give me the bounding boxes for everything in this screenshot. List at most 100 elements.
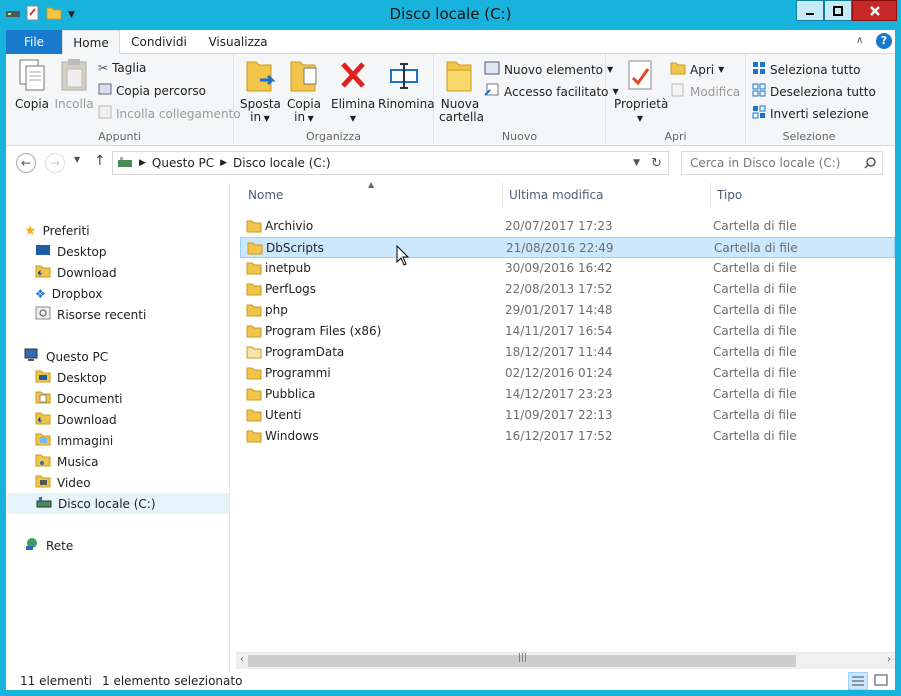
copy-path-button[interactable]: Copia percorso xyxy=(98,83,206,98)
address-history-chevron-icon[interactable]: ▼ xyxy=(633,158,640,168)
address-bar[interactable]: ▶ Questo PC ▶ Disco locale (C:) ▼ ↻ xyxy=(112,151,669,175)
open-group: Proprietà ▼ Apri ▼ Modifica Apri xyxy=(606,54,746,146)
close-button[interactable] xyxy=(852,0,897,21)
nav-pc-desktop[interactable]: Desktop xyxy=(35,367,257,388)
nav-pc-video[interactable]: Video xyxy=(35,472,257,493)
table-row[interactable]: Program Files (x86) 14/11/2017 16:54 Carte… xyxy=(240,321,895,342)
nav-network[interactable]: Rete xyxy=(24,535,246,556)
nav-pc-music[interactable]: Musica xyxy=(35,451,257,472)
nav-fav-download-label: Download xyxy=(57,265,117,280)
chevron-up-icon[interactable]: ∧ xyxy=(856,35,863,46)
mouse-cursor-icon xyxy=(396,245,410,266)
invert-selection-button[interactable]: Inverti selezione xyxy=(752,105,869,122)
table-row[interactable]: Windows 16/12/2017 17:52 Cartella di file xyxy=(240,426,895,447)
file-type: Cartella di file xyxy=(713,429,797,443)
edit-button[interactable]: Modifica xyxy=(670,83,740,100)
table-row[interactable]: DbScripts 21/08/2016 22:49 Cartella di fil… xyxy=(240,237,895,258)
breadcrumb-questo-pc[interactable]: Questo PC xyxy=(152,156,214,170)
up-arrow-icon[interactable]: ↑ xyxy=(94,153,106,169)
nav-favorites[interactable]: ★ Preferiti xyxy=(24,220,246,241)
file-type: Cartella di file xyxy=(713,219,797,233)
cut-button[interactable]: ✂ Taglia xyxy=(98,61,146,75)
nav-pc-download[interactable]: Download xyxy=(35,409,257,430)
tab-home[interactable]: Home xyxy=(62,30,120,55)
table-row[interactable]: Archivio 20/07/2017 17:23 Cartella di file xyxy=(240,216,895,237)
refresh-icon[interactable]: ↻ xyxy=(651,156,662,171)
nav-fav-desktop-label: Desktop xyxy=(57,244,107,259)
clipboard-group: Copia Incolla ✂ Taglia Copia percorso Inc… xyxy=(6,54,241,146)
select-none-label: Deseleziona tutto xyxy=(770,84,876,99)
file-date: 30/09/2016 16:42 xyxy=(505,261,613,275)
table-row[interactable]: Pubblica 14/12/2017 23:23 Cartella di file xyxy=(240,384,895,405)
recent-locations-chevron-icon[interactable]: ▼ xyxy=(74,155,80,164)
copy-to-button[interactable]: Copia in ▼ xyxy=(284,58,324,125)
select-all-icon xyxy=(752,61,766,78)
table-row[interactable]: inetpub 30/09/2016 16:42 Cartella di file xyxy=(240,258,895,279)
paste-shortcut-button[interactable]: Incolla collegamento xyxy=(98,105,241,122)
nav-favorites-label: Preferiti xyxy=(42,223,90,238)
tab-file[interactable]: File xyxy=(6,30,62,54)
new-item-button[interactable]: Nuovo elemento ▼ xyxy=(484,61,613,78)
search-placeholder: Cerca in Disco locale (C:) xyxy=(690,156,841,170)
organize-group-label: Organizza xyxy=(305,130,362,143)
nav-this-pc[interactable]: Questo PC xyxy=(24,346,246,367)
table-row[interactable]: ProgramData 18/12/2017 11:44 Cartella di f… xyxy=(240,342,895,363)
forward-arrow-icon[interactable]: → xyxy=(45,153,65,173)
column-header-type[interactable]: Tipo xyxy=(711,183,895,208)
file-type: Cartella di file xyxy=(713,261,797,275)
select-all-button[interactable]: Seleziona tutto xyxy=(752,61,861,78)
file-type: Cartella di file xyxy=(714,241,798,255)
nav-pc-local-disk-label: Disco locale (C:) xyxy=(58,496,156,511)
tab-view[interactable]: Visualizza xyxy=(202,30,274,54)
large-icons-view-button[interactable] xyxy=(872,672,892,690)
table-row[interactable]: PerfLogs 22/08/2013 17:52 Cartella di file xyxy=(240,279,895,300)
nav-network-label: Rete xyxy=(46,538,74,553)
minimize-button[interactable] xyxy=(796,0,824,21)
nav-this-pc-label: Questo PC xyxy=(46,349,109,364)
horizontal-scrollbar[interactable]: ‹ ||| › xyxy=(236,652,895,669)
table-row[interactable]: Utenti 11/09/2017 22:13 Cartella di file xyxy=(240,405,895,426)
nav-fav-recent[interactable]: Risorse recenti xyxy=(35,304,257,325)
easy-access-button[interactable]: Accesso facilitato ▼ xyxy=(484,83,619,100)
new-folder-button[interactable]: Nuova cartella xyxy=(439,58,484,124)
paste-button[interactable]: Incolla xyxy=(53,58,95,111)
nav-pc-documents[interactable]: Documenti xyxy=(35,388,257,409)
properties-button[interactable]: Proprietà ▼ xyxy=(614,58,668,125)
rename-icon xyxy=(390,63,418,89)
column-header-name[interactable]: Nome xyxy=(242,183,503,208)
copy-path-icon xyxy=(98,83,112,98)
scrollbar-thumb[interactable]: ||| xyxy=(248,653,796,667)
delete-button[interactable]: Elimina ▼ xyxy=(331,58,375,125)
table-row[interactable]: Programmi 02/12/2016 01:24 Cartella di fil… xyxy=(240,363,895,384)
rename-button[interactable]: Rinomina xyxy=(378,58,435,111)
scroll-left-icon[interactable]: ‹ xyxy=(240,654,244,665)
chevron-right-icon[interactable]: ▶ xyxy=(220,158,227,168)
search-icon[interactable] xyxy=(864,152,876,176)
chevron-right-icon[interactable]: ▶ xyxy=(139,158,146,168)
back-arrow-icon[interactable]: ← xyxy=(16,153,36,173)
help-icon[interactable]: ? xyxy=(876,33,892,49)
open-button[interactable]: Apri ▼ xyxy=(670,61,724,78)
copy-button[interactable]: Copia xyxy=(13,58,51,111)
star-icon: ★ xyxy=(24,222,37,239)
table-row[interactable]: php 29/01/2017 14:48 Cartella di file xyxy=(240,300,895,321)
details-view-button[interactable] xyxy=(848,672,868,690)
folder-icon xyxy=(35,369,51,386)
select-none-button[interactable]: Deseleziona tutto xyxy=(752,83,876,100)
download-folder-icon xyxy=(35,264,51,281)
column-header-modified[interactable]: Ultima modifica xyxy=(503,183,711,208)
scroll-right-icon[interactable]: › xyxy=(887,654,891,665)
maximize-button[interactable] xyxy=(824,0,852,21)
tab-share[interactable]: Condividi xyxy=(124,30,194,54)
copy-to-label-1: Copia xyxy=(286,97,322,111)
nav-pc-pictures[interactable]: Immagini xyxy=(35,430,257,451)
nav-fav-dropbox[interactable]: ❖ Dropbox xyxy=(35,283,257,304)
nav-fav-desktop[interactable]: Desktop xyxy=(35,241,257,262)
nav-fav-download[interactable]: Download xyxy=(35,262,257,283)
chevron-down-icon: ▼ xyxy=(349,114,357,123)
file-date: 29/01/2017 14:48 xyxy=(505,303,613,317)
search-input[interactable]: Cerca in Disco locale (C:) xyxy=(681,151,883,175)
move-to-button[interactable]: Sposta in ▼ xyxy=(240,58,281,125)
nav-pc-local-disk[interactable]: Disco locale (C:) xyxy=(7,493,229,514)
breadcrumb-disco-locale[interactable]: Disco locale (C:) xyxy=(233,156,331,170)
